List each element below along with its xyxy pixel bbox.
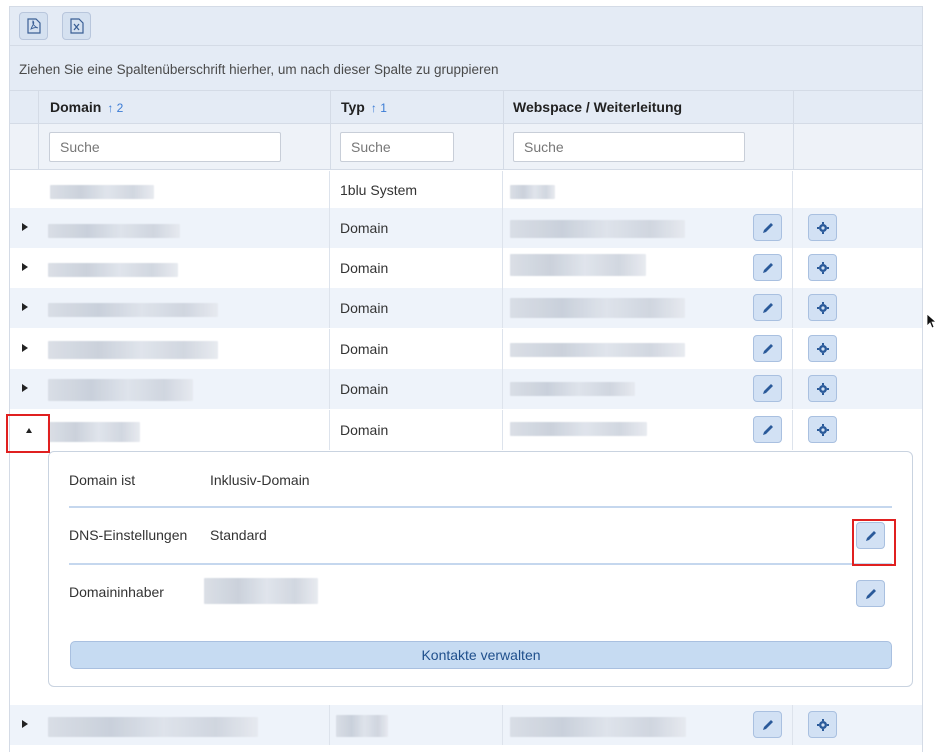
expand-row-icon[interactable]	[22, 303, 28, 311]
edit-row-button[interactable]	[753, 416, 782, 443]
detail-value: Inklusiv-Domain	[210, 472, 310, 488]
detail-label: DNS-Einstellungen	[69, 527, 188, 543]
edit-row-button[interactable]	[753, 711, 782, 738]
pencil-icon	[762, 719, 773, 730]
settings-row-button[interactable]	[808, 254, 837, 281]
settings-row-button[interactable]	[808, 711, 837, 738]
domain-name-redacted	[48, 717, 258, 737]
table-row[interactable]: Domain	[10, 208, 922, 248]
gear-icon	[816, 342, 829, 355]
domaininhaber-redacted	[204, 578, 318, 604]
expand-row-icon[interactable]	[22, 384, 28, 392]
row-typ: Domain	[340, 260, 389, 276]
edit-row-button[interactable]	[753, 214, 782, 241]
gear-icon	[816, 382, 829, 395]
table-row[interactable]: 1blu System	[10, 171, 922, 211]
domain-name-redacted	[48, 379, 193, 401]
pencil-icon	[762, 222, 773, 233]
gear-icon	[816, 423, 829, 436]
settings-row-button[interactable]	[808, 294, 837, 321]
table-row-expanded[interactable]: Domain	[10, 410, 922, 450]
gear-icon	[816, 261, 829, 274]
expand-row-icon[interactable]	[22, 223, 28, 231]
settings-row-button[interactable]	[808, 375, 837, 402]
pencil-icon	[762, 343, 773, 354]
row-typ: Domain	[340, 220, 389, 236]
pencil-icon	[762, 383, 773, 394]
table-row[interactable]: Domain	[10, 369, 922, 409]
highlight-edit-dns	[852, 519, 896, 566]
mouse-cursor-icon	[926, 313, 935, 329]
settings-row-button[interactable]	[808, 214, 837, 241]
row-typ: 1blu System	[340, 182, 418, 198]
edit-row-button[interactable]	[753, 254, 782, 281]
expand-row-icon[interactable]	[22, 720, 28, 728]
row-typ: Domain	[340, 422, 389, 438]
domain-name-redacted	[48, 263, 178, 277]
settings-row-button[interactable]	[808, 416, 837, 443]
detail-label: Domaininhaber	[69, 584, 164, 600]
edit-row-button[interactable]	[753, 335, 782, 362]
detail-label: Domain ist	[69, 472, 136, 488]
row-typ: Domain	[340, 381, 389, 397]
pencil-icon	[865, 588, 876, 599]
edit-row-button[interactable]	[753, 294, 782, 321]
kontakte-verwalten-button[interactable]: Kontakte verwalten	[70, 641, 892, 669]
typ-redacted	[336, 715, 388, 737]
webspace-redacted	[510, 343, 685, 357]
webspace-redacted	[510, 422, 647, 436]
gear-icon	[816, 718, 829, 731]
domain-name-redacted	[48, 422, 140, 442]
domain-name-redacted	[48, 341, 218, 359]
row-typ: Domain	[340, 341, 389, 357]
detail-value: Standard	[210, 527, 267, 543]
domain-name-redacted	[48, 224, 180, 238]
table-row[interactable]: Domain	[10, 329, 922, 369]
edit-inhaber-button[interactable]	[856, 580, 885, 607]
highlight-collapse-toggle	[6, 414, 50, 453]
row-typ: Domain	[340, 300, 389, 316]
table-row[interactable]: Domain	[10, 288, 922, 328]
pencil-icon	[762, 262, 773, 273]
webspace-redacted	[510, 254, 646, 276]
webspace-redacted	[510, 220, 685, 238]
webspace-redacted	[510, 185, 555, 199]
pencil-icon	[762, 424, 773, 435]
edit-row-button[interactable]	[753, 375, 782, 402]
table-row[interactable]	[10, 705, 922, 745]
domain-name-redacted	[48, 303, 218, 317]
webspace-redacted	[510, 382, 635, 396]
table-row[interactable]: Domain	[10, 248, 922, 288]
webspace-redacted	[510, 298, 685, 318]
expand-row-icon[interactable]	[22, 263, 28, 271]
domain-detail-panel: Domain ist Inklusiv-Domain DNS-Einstellu…	[48, 451, 913, 687]
gear-icon	[816, 301, 829, 314]
domain-name-redacted	[50, 185, 154, 199]
settings-row-button[interactable]	[808, 335, 837, 362]
gear-icon	[816, 221, 829, 234]
expand-row-icon[interactable]	[22, 344, 28, 352]
webspace-redacted	[510, 717, 686, 737]
pencil-icon	[762, 302, 773, 313]
